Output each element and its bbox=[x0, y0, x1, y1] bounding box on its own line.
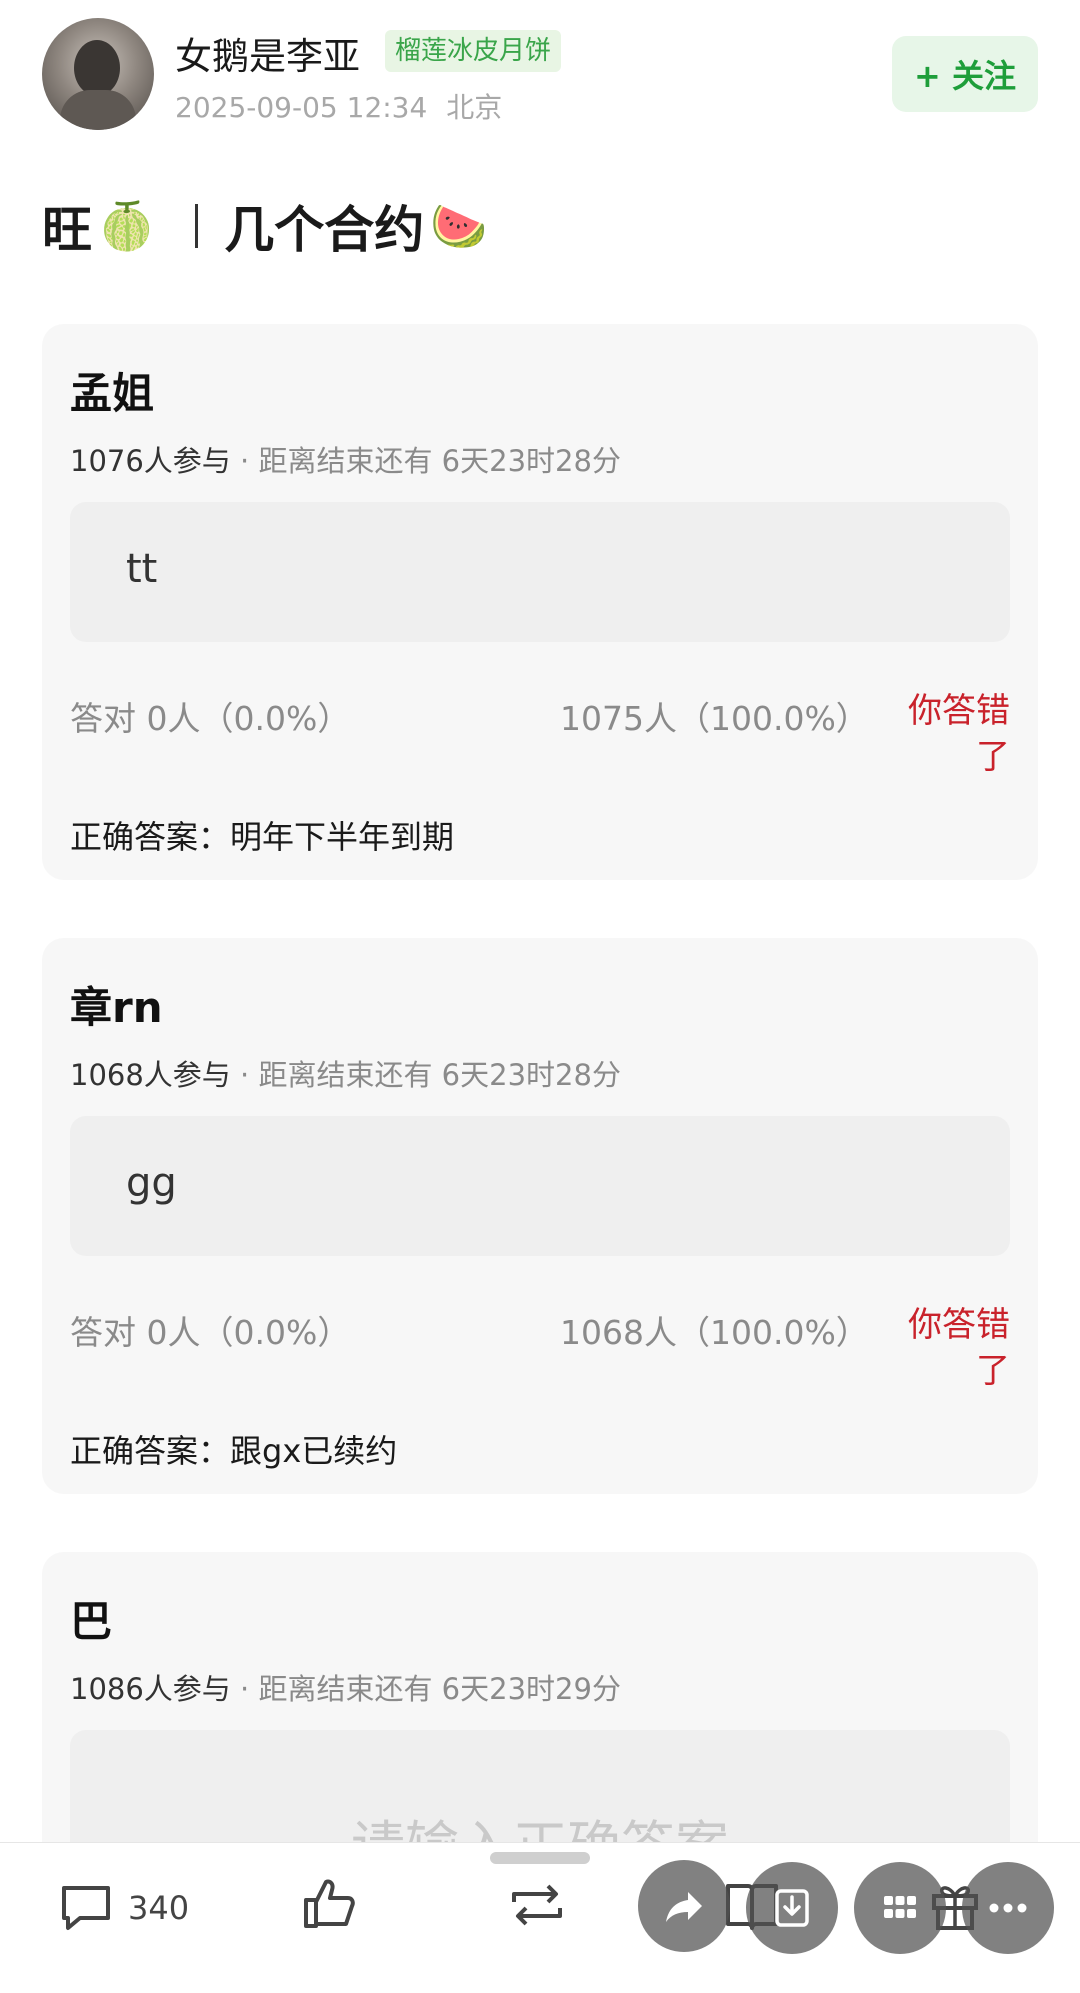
quiz-card: 章rn 1068人参与 · 距离结束还有 6天23时28分 gg 答对 0人（0… bbox=[42, 938, 1038, 1494]
title-divider bbox=[195, 204, 199, 248]
title-left: 旺 bbox=[42, 201, 92, 259]
quiz-stats: 1076人参与 · 距离结束还有 6天23时28分 bbox=[70, 438, 621, 480]
post-meta: 2025-09-05 12:34 北京 bbox=[175, 86, 502, 126]
melon-emoji: 🍈 bbox=[98, 198, 156, 253]
grid-button[interactable] bbox=[854, 1862, 946, 1954]
wrong-count: 1068人（100.0%） bbox=[560, 1313, 869, 1352]
repost-button[interactable] bbox=[506, 1878, 568, 1932]
title-right: 几个合约 bbox=[224, 201, 425, 259]
quiz-title: 巴 bbox=[70, 1597, 113, 1646]
post-location: 北京 bbox=[446, 91, 503, 124]
result-label: 你答错了 bbox=[908, 691, 1010, 777]
like-icon bbox=[304, 1879, 355, 1928]
participant-count: 1076人参与 bbox=[70, 444, 231, 478]
comment-count: 340 bbox=[128, 1889, 190, 1927]
quiz-card: 孟姐 1076人参与 · 距离结束还有 6天23时28分 tt 答对 0人（0.… bbox=[42, 324, 1038, 880]
more-icon bbox=[989, 1903, 1027, 1913]
grid-icon bbox=[884, 1896, 916, 1918]
participant-count: 1086人参与 bbox=[70, 1672, 231, 1706]
avatar-face bbox=[74, 40, 120, 96]
correct-count: 答对 0人（0.0%） bbox=[70, 699, 351, 738]
follow-button[interactable]: + 关注 bbox=[892, 36, 1038, 112]
post-datetime: 2025-09-05 12:34 bbox=[175, 91, 428, 124]
download-button[interactable] bbox=[746, 1862, 838, 1954]
post-title: 旺 🍈 几个合约 🍉 bbox=[42, 190, 494, 262]
share-button[interactable] bbox=[638, 1860, 730, 1952]
correct-answer: 正确答案：跟gx已续约 bbox=[70, 1432, 398, 1470]
like-button[interactable] bbox=[300, 1874, 358, 1932]
repost-icon bbox=[512, 1884, 562, 1926]
username[interactable]: 女鹅是李亚 bbox=[175, 26, 360, 80]
correct-count: 答对 0人（0.0%） bbox=[70, 1313, 351, 1352]
post-header: 女鹅是李亚 榴莲冰皮月饼 2025-09-05 12:34 北京 + 关注 bbox=[0, 0, 1080, 150]
more-button[interactable] bbox=[962, 1862, 1054, 1954]
drag-handle[interactable] bbox=[490, 1852, 590, 1864]
my-answer: gg bbox=[126, 1160, 177, 1206]
avatar[interactable] bbox=[42, 18, 154, 130]
correct-answer: 正确答案：明年下半年到期 bbox=[70, 818, 455, 856]
participant-count: 1068人参与 bbox=[70, 1058, 231, 1092]
quiz-stats: 1068人参与 · 距离结束还有 6天23时28分 bbox=[70, 1052, 621, 1094]
quiz-stats: 1086人参与 · 距离结束还有 6天23时29分 bbox=[70, 1666, 621, 1708]
countdown: · 距离结束还有 6天23时28分 bbox=[240, 1058, 621, 1092]
download-icon bbox=[775, 1889, 809, 1927]
user-badge: 榴莲冰皮月饼 bbox=[385, 30, 562, 72]
watermelon-emoji: 🍉 bbox=[430, 198, 488, 253]
my-answer: tt bbox=[126, 546, 158, 592]
comment-button[interactable]: 340 bbox=[58, 1882, 189, 1934]
quiz-title: 章rn bbox=[70, 983, 163, 1032]
countdown: · 距离结束还有 6天23时28分 bbox=[240, 444, 621, 478]
avatar-body bbox=[60, 90, 136, 130]
wrong-count: 1075人（100.0%） bbox=[560, 699, 869, 738]
my-answer-box: gg bbox=[70, 1116, 1010, 1256]
comment-icon bbox=[62, 1886, 110, 1930]
quiz-title: 孟姐 bbox=[70, 369, 155, 418]
countdown: · 距离结束还有 6天23时29分 bbox=[240, 1672, 621, 1706]
result-label: 你答错了 bbox=[908, 1305, 1010, 1391]
my-answer-box: tt bbox=[70, 502, 1010, 642]
share-icon bbox=[666, 1892, 702, 1922]
